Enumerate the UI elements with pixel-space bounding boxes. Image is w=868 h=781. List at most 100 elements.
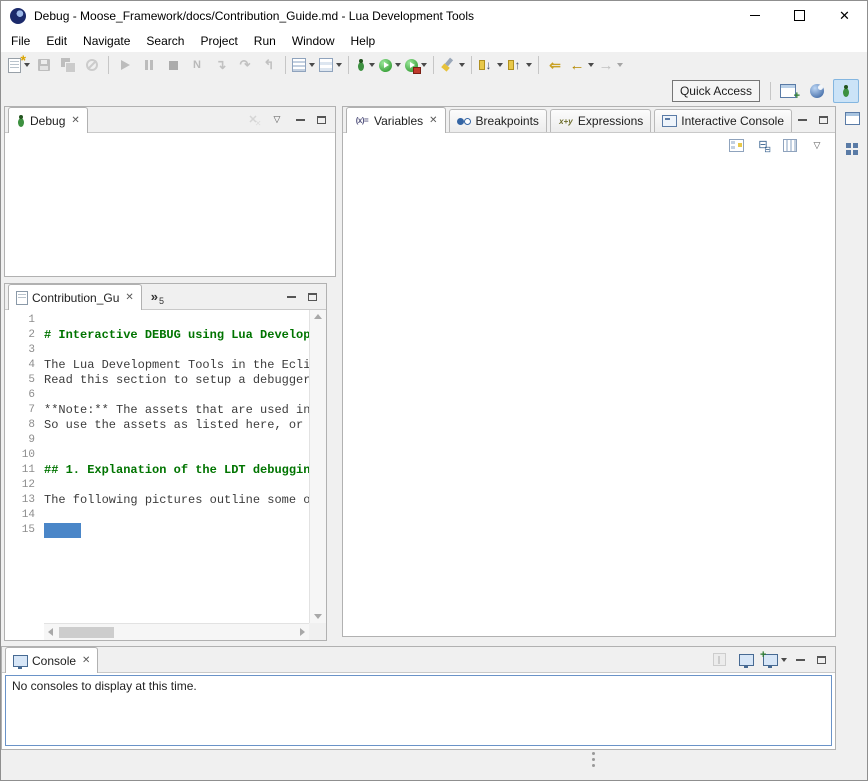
close-icon[interactable] (429, 115, 437, 126)
editor-tabbar: Contribution_Gu 5 (5, 284, 326, 310)
forward-icon (598, 57, 614, 73)
resume-button[interactable] (113, 54, 137, 76)
external-tools-icon (405, 59, 418, 72)
previous-annotation-button[interactable] (505, 54, 534, 76)
minimize-view-button[interactable] (290, 111, 310, 129)
console-content[interactable]: No consoles to display at this time. (5, 675, 832, 746)
disconnect-button[interactable] (185, 54, 209, 76)
run-button[interactable] (377, 54, 403, 76)
line-number: 4 (5, 358, 44, 373)
quick-access-field[interactable]: Quick Access (672, 80, 760, 102)
editor-tab-overflow-chevron[interactable]: 5 (142, 284, 172, 309)
dropdown-arrow-icon (336, 63, 342, 67)
minimize-view-button[interactable] (281, 288, 301, 306)
debug-perspective-button[interactable] (833, 79, 859, 103)
step-return-button[interactable] (257, 54, 281, 76)
tab-label: Console (32, 654, 76, 668)
save-button[interactable] (32, 54, 56, 76)
window-minimize-button[interactable] (732, 1, 777, 30)
step-into-button[interactable] (209, 54, 233, 76)
tab-label: Breakpoints (476, 114, 539, 128)
close-icon: ✕ (839, 9, 850, 22)
open-console-button[interactable] (761, 649, 789, 671)
skip-all-breakpoints-button[interactable] (80, 54, 104, 76)
maximize-icon (819, 116, 828, 124)
forward-button[interactable] (596, 54, 625, 76)
show-logical-structure-button[interactable] (724, 134, 748, 156)
dropdown-arrow-icon (588, 63, 594, 67)
run-icon (379, 59, 392, 72)
maximize-view-button[interactable] (813, 111, 833, 129)
window-close-button[interactable]: ✕ (822, 1, 867, 30)
menu-file[interactable]: File (3, 31, 38, 51)
console-toolbar-icons (707, 649, 789, 671)
search-button[interactable] (438, 54, 467, 76)
tab-expressions[interactable]: Expressions (550, 109, 651, 132)
interactive-console-icon (662, 115, 677, 127)
menu-navigate[interactable]: Navigate (75, 31, 138, 51)
save-all-button[interactable] (56, 54, 80, 76)
editor-text-area[interactable]: 12# Interactive DEBUG using Lua Develop3… (5, 310, 309, 623)
external-tools-button[interactable] (403, 54, 429, 76)
collapse-all-button[interactable] (751, 134, 775, 156)
maximize-view-button[interactable] (302, 288, 322, 306)
sash-gripper[interactable] (592, 752, 595, 767)
menu-project[interactable]: Project (192, 31, 245, 51)
restore-view-button[interactable] (841, 108, 863, 128)
close-icon[interactable] (125, 292, 133, 303)
debug-button[interactable] (353, 54, 377, 76)
editor-line: 15 (5, 523, 309, 538)
maximize-view-button[interactable] (811, 651, 831, 669)
tab-contribution-guide[interactable]: Contribution_Gu (8, 284, 142, 310)
debug-view-content[interactable] (5, 133, 335, 276)
toolbar-separator (538, 56, 539, 74)
editor-vertical-scrollbar[interactable] (309, 310, 326, 623)
suspend-button[interactable] (137, 54, 161, 76)
terminate-button[interactable] (161, 54, 185, 76)
run-history-button[interactable] (317, 54, 344, 76)
menu-edit[interactable]: Edit (38, 31, 75, 51)
view-menu-button[interactable] (805, 134, 829, 156)
close-icon[interactable] (82, 655, 90, 666)
display-selected-console-button[interactable] (734, 649, 758, 671)
editor-horizontal-scrollbar[interactable] (44, 623, 309, 640)
variables-view-content[interactable] (343, 157, 835, 636)
minimize-view-button[interactable] (790, 651, 810, 669)
use-step-filters-button[interactable] (290, 54, 317, 76)
menubar: FileEditNavigateSearchProjectRunWindowHe… (1, 30, 867, 52)
tab-console[interactable]: Console (5, 647, 98, 673)
menu-help[interactable]: Help (343, 31, 384, 51)
menu-window[interactable]: Window (284, 31, 343, 51)
close-icon[interactable] (71, 115, 79, 126)
tab-variables[interactable]: Variables (346, 107, 446, 133)
console-message: No consoles to display at this time. (6, 676, 831, 696)
back-button[interactable] (567, 54, 596, 76)
next-annotation-button[interactable] (476, 54, 505, 76)
step-over-button[interactable] (233, 54, 257, 76)
line-text: The Lua Development Tools in the Ecli (44, 358, 309, 373)
open-perspective-button[interactable] (775, 79, 801, 103)
tab-interactive-console[interactable]: Interactive Console (654, 109, 792, 132)
new-wizard-button[interactable] (6, 54, 32, 76)
menu-run[interactable]: Run (246, 31, 284, 51)
pin-console-button[interactable] (707, 649, 731, 671)
scroll-down-icon (314, 614, 322, 619)
tab-breakpoints[interactable]: Breakpoints (449, 109, 547, 132)
collapse-all-icon (756, 139, 770, 152)
toolbar-separator (348, 56, 349, 74)
columns-button[interactable] (778, 134, 802, 156)
window-maximize-button[interactable] (777, 1, 822, 30)
last-edit-location-button[interactable] (543, 54, 567, 76)
tab-debug[interactable]: Debug (8, 107, 88, 133)
grid-view-button[interactable] (841, 139, 863, 159)
show-logical-structure-icon (729, 139, 744, 152)
view-menu-button[interactable] (265, 109, 289, 131)
scrollbar-thumb[interactable] (59, 627, 114, 638)
lua-perspective-button[interactable] (804, 79, 830, 103)
menu-search[interactable]: Search (138, 31, 192, 51)
remove-all-terminated-button[interactable] (241, 109, 265, 131)
maximize-view-button[interactable] (311, 111, 331, 129)
minimize-view-button[interactable] (792, 111, 812, 129)
minimize-icon (798, 119, 807, 121)
hidden-tabs-count: 5 (159, 296, 164, 306)
